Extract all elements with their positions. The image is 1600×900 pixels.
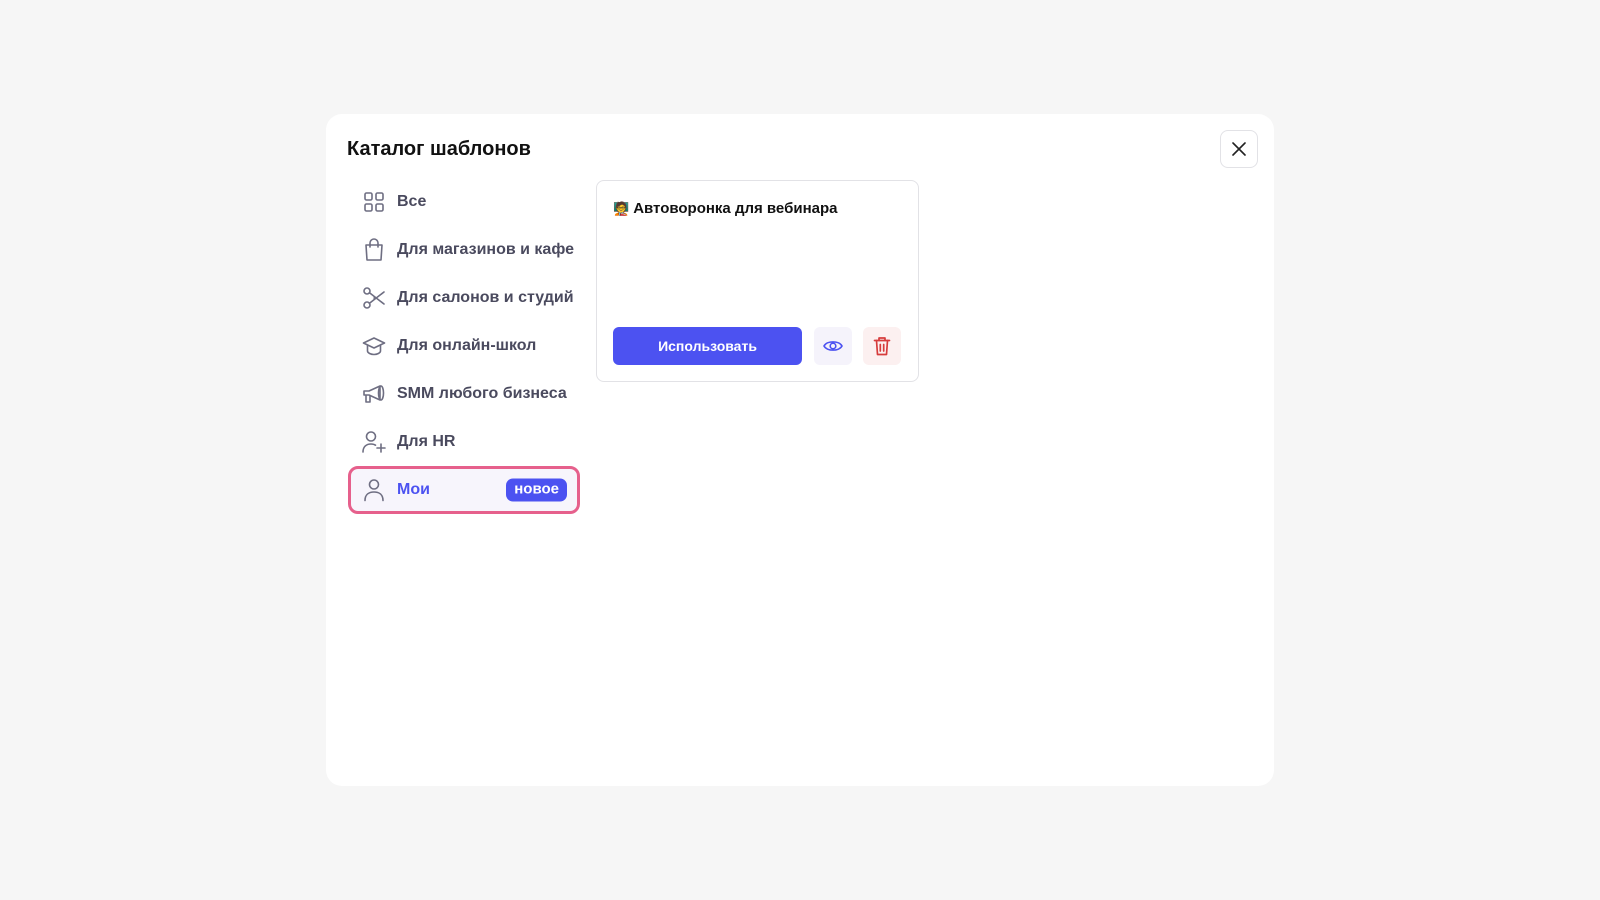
sidebar-item-label: Мои — [397, 481, 430, 498]
new-badge: новое — [506, 478, 567, 502]
delete-button[interactable] — [863, 327, 901, 365]
shopping-bag-icon — [361, 237, 387, 263]
close-icon — [1232, 142, 1246, 156]
sidebar-item-label: Для онлайн-школ — [397, 337, 537, 354]
sidebar-item-all[interactable]: Все — [348, 178, 580, 226]
sidebar-item-label: Все — [397, 193, 427, 210]
close-button[interactable] — [1220, 130, 1258, 168]
sidebar-item-hr[interactable]: Для HR — [348, 418, 580, 466]
sidebar-item-salons[interactable]: Для салонов и студий — [348, 274, 580, 322]
megaphone-icon — [361, 381, 387, 407]
graduation-cap-icon — [361, 333, 387, 359]
user-icon — [361, 477, 387, 503]
template-card: 🧑‍🏫 Автоворонка для вебинара Использовать — [596, 180, 919, 382]
sidebar-item-my[interactable]: Мои новое — [348, 466, 580, 514]
scissors-icon — [361, 285, 387, 311]
sidebar-item-label: Для магазинов и кафе — [397, 241, 575, 258]
template-catalog-modal: Каталог шаблонов Все Для магазинов и каф… — [326, 114, 1274, 786]
trash-icon — [873, 336, 891, 356]
use-template-button[interactable]: Использовать — [613, 327, 802, 365]
template-emoji: 🧑‍🏫 — [613, 202, 630, 217]
sidebar-item-shops[interactable]: Для магазинов и кафе — [348, 226, 580, 274]
modal-title: Каталог шаблонов — [347, 138, 531, 160]
eye-icon — [823, 339, 843, 353]
user-plus-icon — [361, 429, 387, 455]
sidebar-item-label: Для HR — [397, 433, 456, 450]
sidebar-item-online-schools[interactable]: Для онлайн-школ — [348, 322, 580, 370]
template-title-text: Автоворонка для вебинара — [633, 200, 838, 217]
sidebar-item-smm[interactable]: SMM любого бизнеса — [348, 370, 580, 418]
category-sidebar: Все Для магазинов и кафе Для салонов и с… — [348, 178, 580, 514]
sidebar-item-label: Для салонов и студий — [397, 289, 574, 306]
sidebar-item-label: SMM любого бизнеса — [397, 385, 567, 402]
template-title: 🧑‍🏫 Автоворонка для вебинара — [613, 199, 837, 220]
preview-button[interactable] — [814, 327, 852, 365]
grid-icon — [361, 189, 387, 215]
